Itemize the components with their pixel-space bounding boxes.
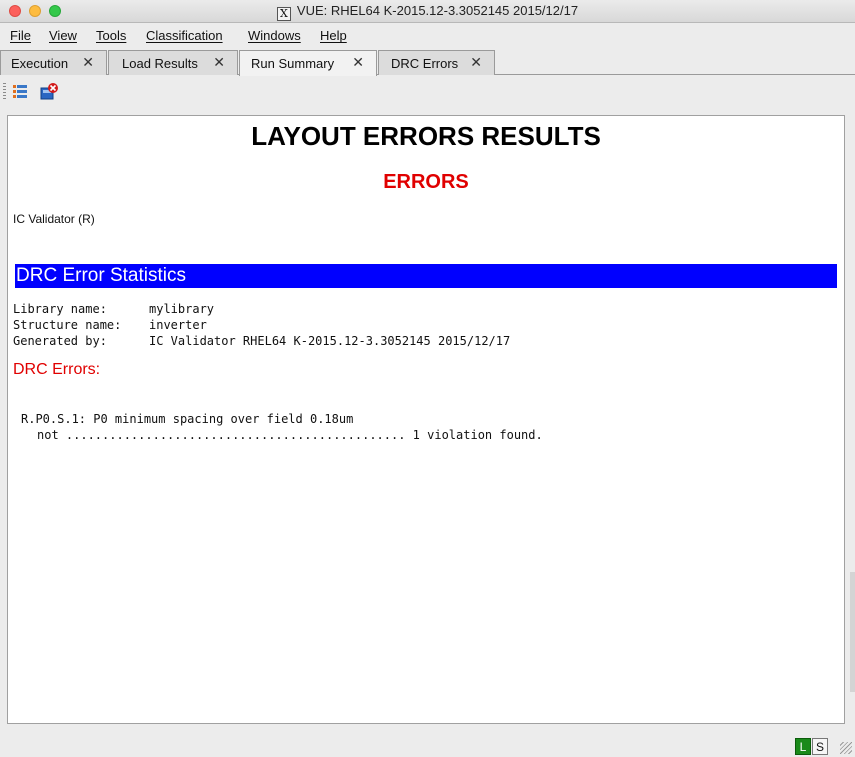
tab-close-icon[interactable]: ✕: [82, 54, 94, 71]
menu-help[interactable]: Help: [320, 28, 347, 43]
tab-bar: Execution ✕ Load Results ✕ Run Summary ✕…: [0, 49, 855, 76]
info-row-structure: Structure name: inverter: [13, 318, 207, 332]
errors-status-heading: ERRORS: [383, 171, 469, 193]
status-badge-right[interactable]: S: [812, 738, 828, 755]
window-title: VUE: RHEL64 K-2015.12-3.3052145 2015/12/…: [296, 3, 579, 18]
menu-view[interactable]: View: [49, 28, 77, 43]
tab-load-results[interactable]: Load Results ✕: [108, 50, 238, 75]
drc-rule-line: R.P0.S.1: P0 minimum spacing over field …: [21, 412, 354, 426]
tab-close-icon[interactable]: ✕: [470, 54, 482, 71]
tab-drc-errors[interactable]: DRC Errors ✕: [378, 50, 495, 75]
info-value: IC Validator RHEL64 K-2015.12-3.3052145 …: [149, 334, 511, 348]
info-row-generated-by: Generated by: IC Validator RHEL64 K-2015.…: [13, 334, 510, 348]
toolbar-grip[interactable]: [3, 83, 6, 101]
info-label: Structure name:: [13, 318, 122, 332]
app-window: X VUE: RHEL64 K-2015.12-3.3052145 2015/12…: [0, 0, 855, 757]
window-edge: [850, 572, 855, 692]
drc-violation-line: not ....................................…: [37, 428, 543, 442]
tab-close-icon[interactable]: ✕: [352, 54, 364, 71]
info-value: mylibrary: [149, 302, 215, 316]
report-title: LAYOUT ERRORS RESULTS: [251, 121, 601, 151]
tool-name: IC Validator (R): [13, 212, 95, 226]
info-label: Library name:: [13, 302, 107, 316]
status-badge-left[interactable]: L: [795, 738, 811, 755]
toolbar: [0, 77, 855, 107]
tab-close-icon[interactable]: ✕: [213, 54, 225, 71]
x11-app-icon: X: [276, 7, 291, 21]
title-bar: X VUE: RHEL64 K-2015.12-3.3052145 2015/12…: [0, 0, 855, 23]
menu-classification[interactable]: Classification: [146, 28, 223, 43]
drc-errors-label: DRC Errors:: [13, 361, 101, 378]
tab-label: Execution: [11, 56, 69, 71]
tab-run-summary[interactable]: Run Summary ✕: [239, 50, 377, 76]
tab-label: Run Summary: [251, 56, 335, 71]
info-row-library: Library name: mylibrary: [13, 302, 214, 316]
tab-label: Load Results: [122, 56, 198, 71]
tab-label: DRC Errors: [391, 56, 459, 71]
menu-windows[interactable]: Windows: [248, 28, 301, 43]
report-panel: LAYOUT ERRORS RESULTS ERRORS IC Validato…: [7, 115, 845, 724]
section-header: DRC Error Statistics: [15, 264, 837, 288]
menu-bar: File View Tools Classification Windows H…: [0, 24, 855, 48]
resize-grip[interactable]: [840, 742, 852, 754]
info-value: inverter: [149, 318, 207, 332]
list-view-icon[interactable]: [10, 82, 30, 102]
close-report-icon[interactable]: [39, 82, 59, 102]
window-title-area: X VUE: RHEL64 K-2015.12-3.3052145 2015/12…: [0, 3, 855, 21]
tab-execution[interactable]: Execution ✕: [0, 50, 107, 75]
info-label: Generated by:: [13, 334, 107, 348]
menu-file[interactable]: File: [10, 28, 31, 43]
menu-tools[interactable]: Tools: [96, 28, 126, 43]
